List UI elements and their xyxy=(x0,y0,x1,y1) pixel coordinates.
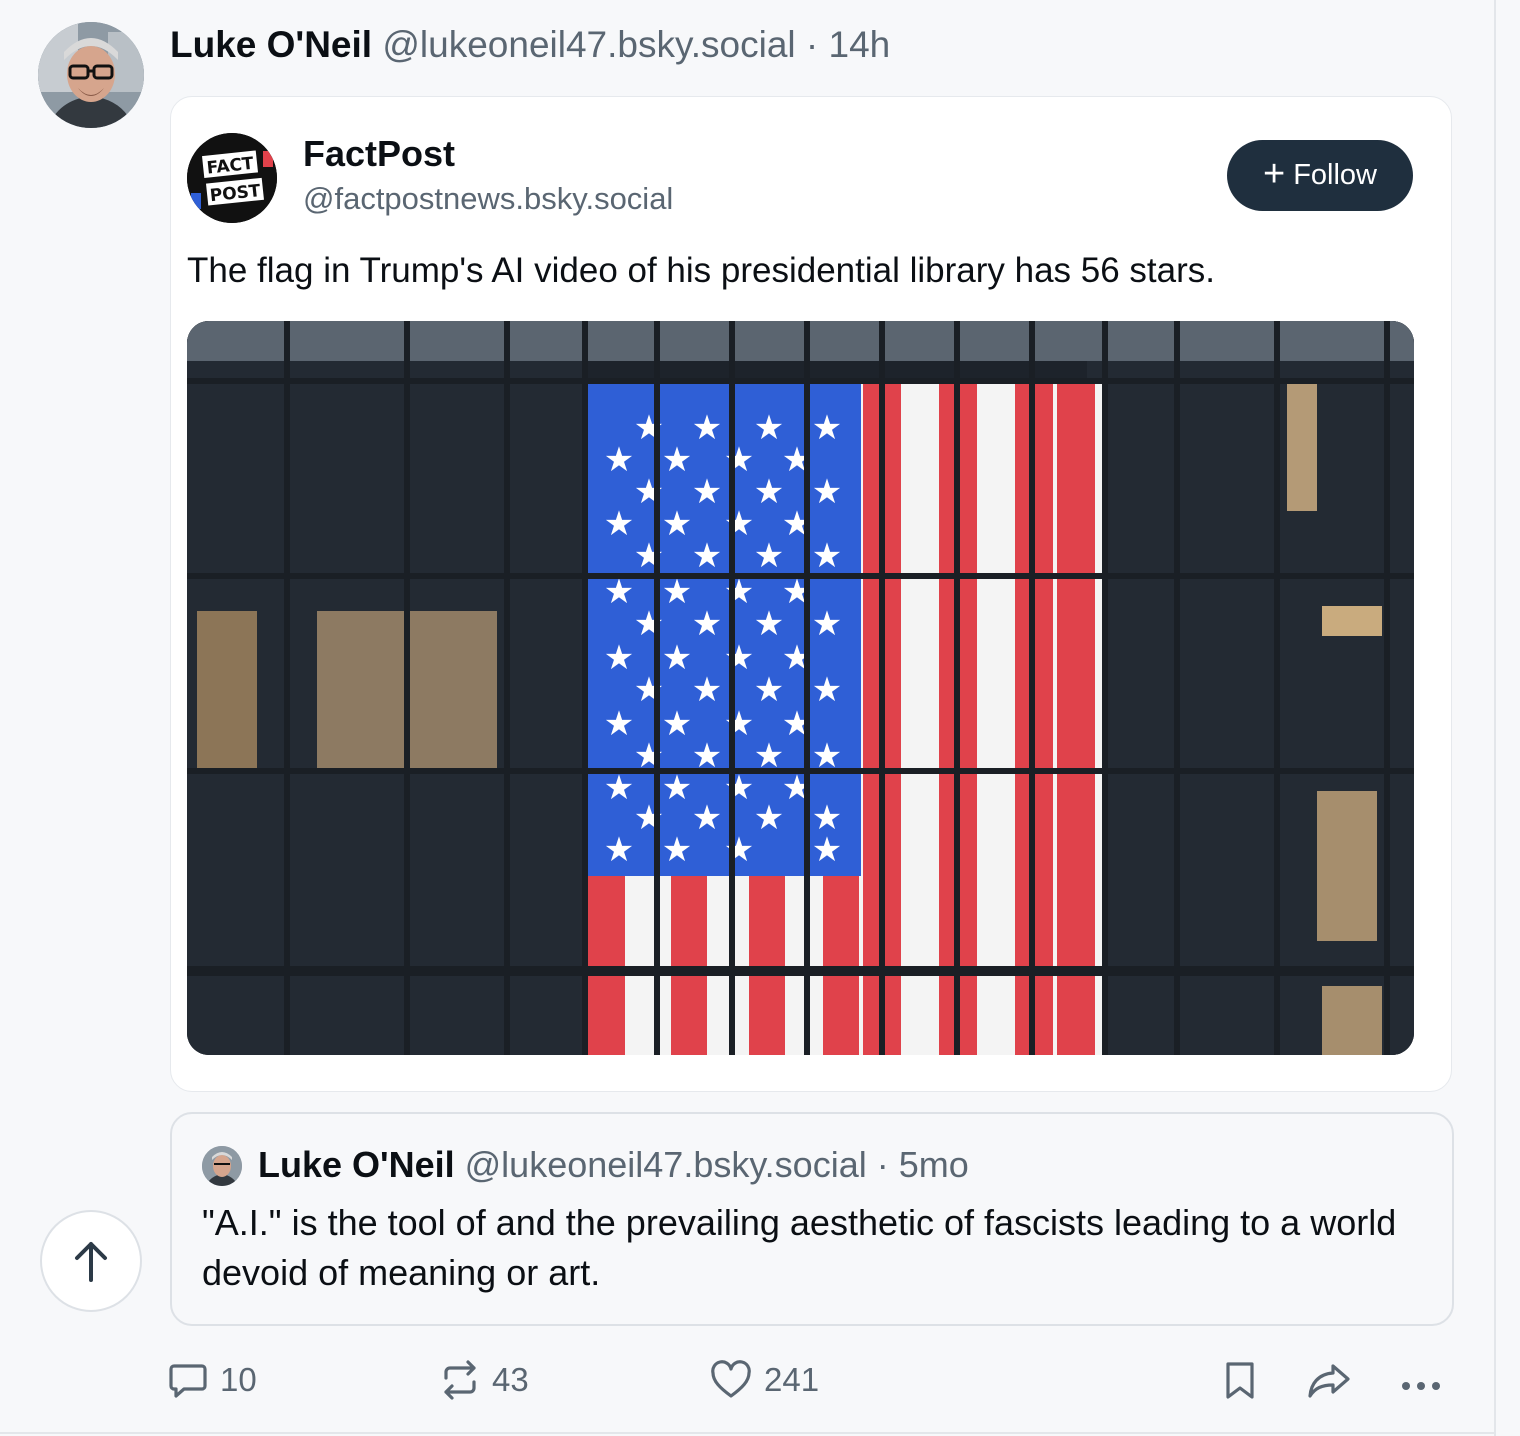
quote-avatar-photo xyxy=(202,1146,242,1186)
svg-text:★: ★ xyxy=(604,440,634,480)
meta-separator: · xyxy=(795,24,829,65)
quoted-post-card[interactable]: Luke O'Neil @lukeoneil47.bsky.social · 5… xyxy=(170,1112,1454,1326)
quote-header: Luke O'Neil @lukeoneil47.bsky.social · 5… xyxy=(258,1144,969,1186)
svg-text:★: ★ xyxy=(662,704,692,744)
svg-text:★: ★ xyxy=(754,670,784,710)
arrow-up-icon xyxy=(75,1242,107,1282)
embed-account-name[interactable]: FactPost xyxy=(303,133,455,175)
quote-author-avatar[interactable] xyxy=(202,1146,242,1186)
like-count: 241 xyxy=(764,1361,820,1398)
quote-age[interactable]: 5mo xyxy=(899,1144,969,1185)
svg-text:★: ★ xyxy=(604,704,634,744)
svg-text:★: ★ xyxy=(812,670,842,710)
author-handle[interactable]: @lukeoneil47.bsky.social xyxy=(382,24,795,65)
svg-text:★: ★ xyxy=(724,440,754,480)
svg-text:★: ★ xyxy=(692,670,722,710)
svg-text:★: ★ xyxy=(754,472,784,512)
flag-photo-graphic: ★ ★ ★ ★ ★ ★ ★ ★ ★ ★ ★ ★ ★ ★ ★ ★ ★ ★ ★ ★ ★ ★ ★ ★ ★ ★ ★ ★ ★ ★ ★ ★ … xyxy=(187,321,1414,1055)
flag-photo[interactable]: ★ ★ ★ ★ ★ ★ ★ ★ ★ ★ ★ ★ ★ ★ ★ ★ ★ ★ ★ ★ ★ ★ ★ ★ ★ ★ ★ ★ ★ ★ ★ ★ … xyxy=(187,321,1414,1055)
svg-text:★: ★ xyxy=(662,638,692,678)
svg-text:★: ★ xyxy=(724,704,754,744)
embedded-post-card[interactable]: FACT POST FactPost @factpostnews.bsky.so… xyxy=(170,96,1452,1092)
svg-text:★: ★ xyxy=(604,504,634,544)
svg-text:★: ★ xyxy=(692,472,722,512)
ellipsis-icon xyxy=(1402,1382,1440,1390)
quote-author-handle[interactable]: @lukeoneil47.bsky.social xyxy=(465,1144,867,1185)
flag: ★ ★ ★ ★ ★ ★ ★ ★ ★ ★ ★ ★ ★ ★ ★ ★ ★ ★ ★ ★ ★ ★ ★ ★ ★ ★ ★ ★ ★ ★ ★ ★ … xyxy=(585,381,1105,1055)
more-options-button[interactable] xyxy=(1398,1352,1444,1408)
svg-text:★: ★ xyxy=(754,408,784,448)
avatar-photo xyxy=(38,22,144,128)
quote-text: "A.I." is the tool of and the prevailing… xyxy=(202,1202,1397,1293)
svg-text:★: ★ xyxy=(604,830,634,870)
repost-arrows-icon xyxy=(444,1360,476,1400)
quote-meta-separator: · xyxy=(866,1144,899,1185)
reply-count: 10 xyxy=(220,1361,257,1398)
follow-button[interactable]: + Follow xyxy=(1227,140,1413,211)
svg-text:★: ★ xyxy=(812,472,842,512)
svg-text:★: ★ xyxy=(692,798,722,838)
svg-text:★: ★ xyxy=(812,408,842,448)
share-button[interactable] xyxy=(1306,1352,1352,1408)
scroll-to-top-button[interactable] xyxy=(40,1210,142,1312)
post-divider xyxy=(0,1432,1494,1434)
svg-text:★: ★ xyxy=(692,536,722,576)
like-button[interactable]: 241 xyxy=(710,1352,819,1408)
embed-account-handle[interactable]: @factpostnews.bsky.social xyxy=(303,181,673,217)
svg-text:★: ★ xyxy=(754,536,784,576)
bookmark-button[interactable] xyxy=(1222,1352,1258,1408)
reply-button[interactable]: 10 xyxy=(168,1352,257,1408)
svg-text:★: ★ xyxy=(692,408,722,448)
svg-text:★: ★ xyxy=(754,604,784,644)
factpost-logo[interactable]: FACT POST xyxy=(187,133,277,223)
svg-text:★: ★ xyxy=(754,798,784,838)
author-avatar[interactable] xyxy=(38,22,144,128)
heart-icon xyxy=(711,1360,751,1398)
svg-text:★: ★ xyxy=(662,440,692,480)
svg-text:★: ★ xyxy=(724,830,754,870)
author-name[interactable]: Luke O'Neil xyxy=(170,24,372,65)
follow-label: Follow xyxy=(1293,159,1377,191)
feed-right-border xyxy=(1494,0,1496,1436)
svg-text:★: ★ xyxy=(724,504,754,544)
svg-text:★: ★ xyxy=(692,604,722,644)
post-action-bar: 10 43 241 xyxy=(0,1352,1494,1412)
svg-text:★: ★ xyxy=(662,504,692,544)
svg-text:★: ★ xyxy=(812,536,842,576)
speech-bubble-icon xyxy=(169,1364,207,1398)
post-age[interactable]: 14h xyxy=(829,24,891,65)
plus-icon: + xyxy=(1262,152,1286,195)
svg-text:★: ★ xyxy=(724,638,754,678)
svg-text:★: ★ xyxy=(812,604,842,644)
repost-count: 43 xyxy=(492,1361,529,1398)
embed-post-text: The flag in Trump's AI video of his pres… xyxy=(187,251,1216,290)
svg-text:★: ★ xyxy=(812,830,842,870)
post-header: Luke O'Neil @lukeoneil47.bsky.social · 1… xyxy=(170,24,890,66)
svg-text:★: ★ xyxy=(662,830,692,870)
quote-author-name[interactable]: Luke O'Neil xyxy=(258,1144,455,1185)
share-arrow-icon xyxy=(1308,1364,1350,1398)
factpost-logo-graphic: FACT POST xyxy=(187,133,277,223)
svg-text:★: ★ xyxy=(604,638,634,678)
repost-button[interactable]: 43 xyxy=(440,1352,529,1408)
bookmark-icon xyxy=(1226,1362,1254,1399)
